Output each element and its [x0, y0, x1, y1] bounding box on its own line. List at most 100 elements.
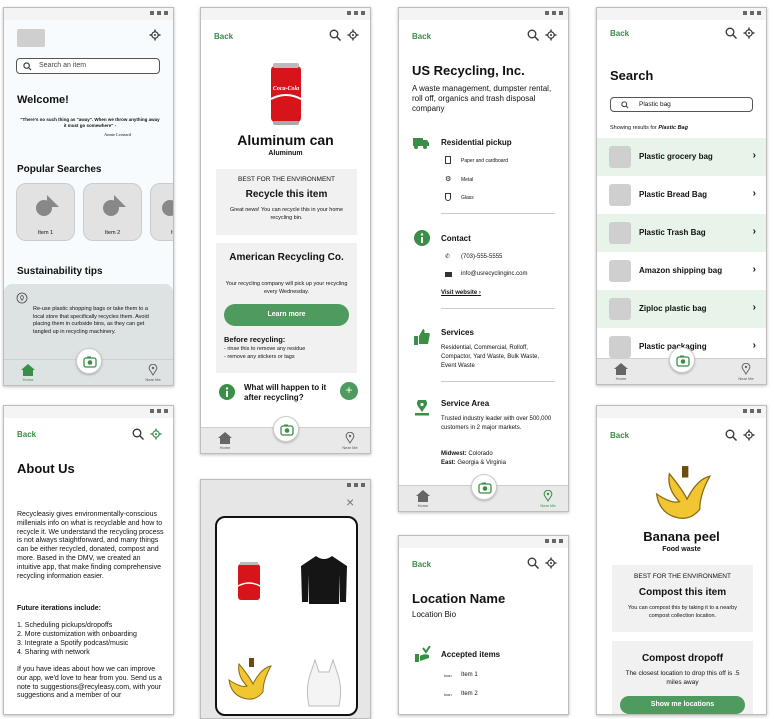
back-button[interactable]: Back [610, 29, 629, 38]
dropoff-description: The closest location to drop this off is… [625, 670, 740, 686]
back-button[interactable]: Back [610, 431, 629, 440]
visit-website-link[interactable]: Visit website › [441, 290, 481, 296]
best-label: BEST FOR THE ENVIRONMENT [634, 573, 731, 580]
service-area-heading: Service Area [441, 399, 490, 408]
pickup-item: Paper and cardboard [461, 158, 508, 164]
popular-card-2[interactable]: Item 2 [83, 183, 142, 241]
back-button[interactable]: Back [214, 32, 233, 41]
gear-icon[interactable] [743, 429, 755, 441]
quote-text: "There's no such thing as "away". When w… [20, 117, 160, 128]
item-title: Banana peel [643, 529, 720, 544]
showing-results: Showing results for Plastic Bag [610, 125, 688, 131]
item-thumbnail [609, 260, 631, 282]
nav-near-me[interactable]: Near Me [340, 431, 360, 450]
popular-card-label: Item 2 [104, 230, 121, 236]
divider [441, 308, 555, 309]
back-button[interactable]: Back [412, 560, 431, 569]
nav-near-me[interactable]: Near Me [143, 363, 163, 382]
sustainability-tips-heading: Sustainability tips [17, 266, 103, 277]
pickup-item: Glass [461, 195, 474, 201]
home-icon [218, 432, 232, 444]
search-input[interactable]: Plastic bag [610, 97, 753, 112]
item-title: Aluminum can [237, 132, 334, 148]
result-row[interactable]: Ziploc plastic bag › [597, 290, 766, 328]
gear-icon[interactable] [150, 428, 162, 440]
nav-near-me[interactable]: Near Me [736, 362, 756, 381]
gear-icon[interactable] [347, 29, 359, 41]
before-item: - remove any stickers or tags [224, 354, 295, 360]
search-query: Plastic bag [639, 101, 671, 108]
show-locations-button[interactable]: Show me locations [620, 696, 745, 714]
scan-button[interactable] [272, 416, 299, 442]
result-row[interactable]: Plastic Trash Bag › [597, 214, 766, 252]
future-item: 4. Sharing with network [17, 649, 90, 656]
future-item: 1. Scheduling pickups/dropoffs [17, 622, 113, 629]
nav-home[interactable]: Home [413, 490, 433, 508]
search-icon[interactable] [329, 29, 341, 41]
sweater-image[interactable] [299, 554, 349, 606]
best-option-card: BEST FOR THE ENVIRONMENT Recycle this it… [216, 169, 357, 235]
map-pin-icon [415, 400, 429, 416]
phone-number[interactable]: (703)-555-5555 [461, 254, 502, 260]
expand-icon[interactable]: + [340, 382, 358, 400]
accepted-item: Item 2 [461, 691, 478, 697]
item-material: Aluminum [268, 150, 303, 157]
result-row[interactable]: Plastic grocery bag › [597, 138, 766, 176]
about-body: Recycleasiy gives environmentally-consci… [17, 511, 164, 580]
gear-icon[interactable] [545, 29, 557, 41]
banana-peel-image[interactable] [223, 658, 275, 702]
popular-searches-heading: Popular Searches [17, 164, 102, 175]
result-row[interactable]: Plastic Bread Bag › [597, 176, 766, 214]
status-bar [201, 480, 370, 492]
gear-icon[interactable] [743, 27, 755, 39]
home-icon [21, 364, 35, 376]
nav-home[interactable]: Home [611, 363, 631, 381]
popular-card-1[interactable]: Item 1 [16, 183, 75, 241]
status-bar [4, 406, 173, 418]
email-address[interactable]: info@usrecyclinginc.com [461, 271, 527, 277]
company-description: Your recycling company will pick up your… [225, 281, 348, 295]
what-happens-row[interactable]: What will happen to it after recycling? … [216, 380, 358, 410]
search-icon[interactable] [527, 29, 539, 41]
popular-card-3[interactable]: It [150, 183, 173, 241]
chevron-right-icon: › [752, 340, 756, 351]
scan-button[interactable] [75, 348, 102, 374]
paper-icon [445, 156, 451, 164]
status-bar [201, 8, 370, 20]
soda-can-image[interactable] [237, 562, 261, 602]
search-input[interactable]: Search an item [16, 58, 160, 74]
search-icon[interactable] [725, 429, 737, 441]
result-row[interactable]: Amazon shipping bag › [597, 252, 766, 290]
scan-button[interactable] [470, 474, 497, 500]
nav-near-me[interactable]: Near Me [538, 489, 558, 508]
east-line: East: Georgia & Virginia [441, 460, 506, 466]
item-thumbnail [609, 336, 631, 358]
item-detail-screen: Back Coca-Cola Aluminum can Aluminum BES… [200, 7, 371, 454]
search-icon[interactable] [725, 27, 737, 39]
gear-icon[interactable] [545, 557, 557, 569]
divider [441, 381, 555, 382]
midwest-line: Midwest: Colorado [441, 451, 493, 457]
status-bar [399, 536, 568, 548]
chevron-right-icon: › [752, 150, 756, 161]
home-icon [614, 363, 628, 375]
search-icon[interactable] [527, 557, 539, 569]
learn-more-button[interactable]: Learn more [224, 304, 349, 326]
item-icon-label: Icon [444, 692, 452, 697]
thumbs-up-icon [414, 329, 430, 345]
search-icon[interactable] [132, 428, 144, 440]
scan-button[interactable] [668, 347, 695, 373]
nav-home[interactable]: Home [215, 432, 235, 450]
nav-home[interactable]: Home [18, 364, 38, 382]
bottom-nav: Home Near Me [201, 416, 370, 453]
back-button[interactable]: Back [412, 32, 431, 41]
map-pin-icon [543, 489, 553, 502]
location-bio: Location Bio [412, 610, 457, 619]
plastic-bag-image[interactable] [305, 658, 343, 708]
chevron-right-icon: › [752, 226, 756, 237]
info-icon [219, 384, 235, 400]
gear-icon[interactable] [149, 29, 161, 41]
back-button[interactable]: Back [17, 430, 36, 439]
close-icon[interactable]: × [346, 494, 354, 510]
lightbulb-icon [16, 292, 28, 304]
